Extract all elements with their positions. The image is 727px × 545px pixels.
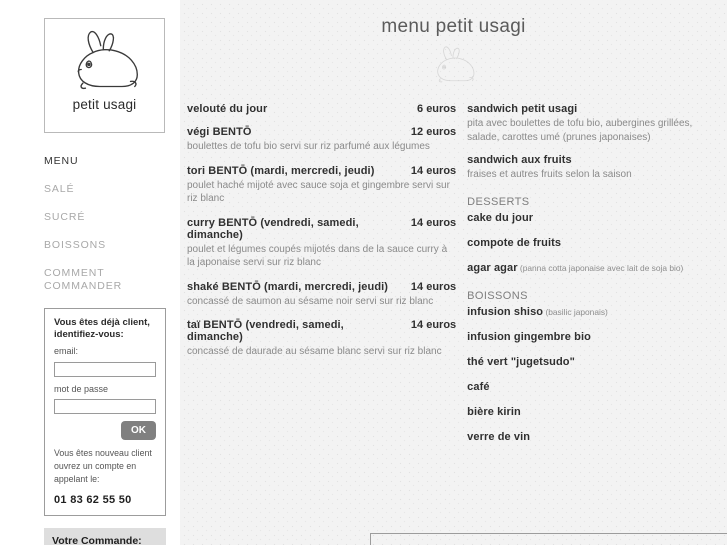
menu-item-name: velouté du jour: [187, 103, 268, 115]
page-title: menu petit usagi: [381, 16, 526, 37]
password-label: mot de passe: [54, 383, 109, 394]
menu-item-row: végi BENTŌ 12 euros: [187, 126, 456, 138]
section-heading-boissons: BOISSONS: [467, 289, 528, 302]
menu-item-name: verre de vin: [467, 430, 531, 443]
menu-item-name: café: [467, 380, 490, 393]
sidebar-item-menu[interactable]: MENU: [44, 155, 166, 168]
menu-item-description: poulet haché mijoté avec sauce soja et g…: [187, 179, 450, 205]
sidebar-item-sale[interactable]: SALÉ: [44, 183, 166, 196]
menu-item-name: compote de fruits: [467, 236, 562, 249]
menu-item-row: infusion shiso (basilic japonais) 2: [467, 305, 727, 320]
login-submit-button[interactable]: OK: [121, 421, 156, 440]
menu-item-row: compote de fruits 4: [467, 236, 727, 251]
menu-item[interactable]: infusion gingembre bio 2: [467, 330, 727, 345]
sidebar: petit usagi MENU SALÉ SUCRÉ BOISSONS COM…: [0, 0, 180, 545]
menu-item[interactable]: shaké BENTŌ (mardi, mercredi, jeudi) 14 …: [187, 281, 456, 309]
menu-column-right: sandwich petit usagi 7 pita avec boulett…: [456, 103, 727, 455]
menu-item-row: bière kirin 4: [467, 405, 727, 420]
menu-item-description: concassé de daurade au sésame blanc serv…: [187, 346, 442, 357]
menu-item-price: 6 euros: [417, 103, 457, 115]
sidebar-nav: MENU SALÉ SUCRÉ BOISSONS COMMENT COMMAND…: [44, 155, 166, 293]
menu-item-note: (basilic japonais): [543, 306, 608, 317]
menu-item-row: shaké BENTŌ (mardi, mercredi, jeudi) 14 …: [187, 281, 456, 293]
menu-item[interactable]: cake du jour 3: [467, 211, 727, 226]
menu-item-description: fraises et autres fruits selon la saison: [467, 169, 632, 180]
menu-item[interactable]: sandwich petit usagi 7 pita avec boulett…: [467, 103, 727, 144]
menu-item-row: thé vert "jugetsudo" 2: [467, 355, 727, 370]
menu-item-row: verre de vin 5: [467, 430, 727, 445]
menu-item-name: taï BENTŌ (vendredi, samedi, dimanche): [187, 319, 344, 343]
menu-item-description: pita avec boulettes de tofu bio, aubergi…: [467, 118, 693, 143]
menu-item-row: café 2: [467, 380, 727, 395]
menu-item[interactable]: infusion shiso (basilic japonais) 2: [467, 305, 727, 320]
email-field[interactable]: [54, 361, 156, 377]
cart-title: Votre Commande:: [52, 535, 142, 545]
menu-item-note: (panna cotta japonaise avec lait de soja…: [517, 262, 684, 273]
menu-item-name: infusion gingembre bio: [467, 330, 591, 343]
menu-item-name: shaké BENTŌ (mardi, mercredi, jeudi): [187, 280, 389, 293]
menu-item-name: sandwich aux fruits: [467, 154, 572, 166]
section-heading-desserts: DESSERTS: [467, 195, 530, 208]
menu-item-description: poulet et légumes coupés mijotés dans de…: [187, 243, 448, 269]
page-root: petit usagi MENU SALÉ SUCRÉ BOISSONS COM…: [0, 0, 727, 545]
menu-item-name: bière kirin: [467, 405, 521, 418]
menu-item-name: agar agar (panna cotta japonaise avec la…: [467, 261, 684, 274]
menu-item[interactable]: taï BENTŌ (vendredi, samedi, dimanche) 1…: [187, 319, 456, 359]
menu-item-row: infusion gingembre bio 2: [467, 330, 727, 345]
menu-item[interactable]: végi BENTŌ 12 euros boulettes de tofu bi…: [187, 126, 456, 154]
menu-item-row: curry BENTŌ (vendredi, samedi, dimanche)…: [187, 217, 456, 241]
menu-item-price: 14 euros: [410, 280, 457, 293]
menu-item[interactable]: curry BENTŌ (vendredi, samedi, dimanche)…: [187, 217, 456, 270]
menu-item-name: curry BENTŌ (vendredi, samedi, dimanche): [187, 216, 359, 241]
menu-item-name: infusion shiso (basilic japonais): [467, 305, 608, 318]
menu-item-description: boulettes de tofu bio servi sur riz parf…: [187, 141, 430, 152]
menu-item-row: agar agar (panna cotta japonaise avec la…: [467, 261, 727, 276]
menu-columns: velouté du jour 6 euros végi BENTŌ 12 eu…: [180, 91, 727, 455]
menu-item-price: 14 euros: [410, 319, 457, 331]
menu-item-name: thé vert "jugetsudo": [467, 355, 575, 368]
menu-item-row: taï BENTŌ (vendredi, samedi, dimanche) 1…: [187, 319, 456, 343]
rabbit-icon: [436, 46, 474, 83]
logo-text: petit usagi: [72, 97, 137, 112]
menu-item-price: 12 euros: [410, 126, 457, 138]
menu-item-price: 14 euros: [410, 164, 457, 177]
login-box: Vous êtes déjà client, identifiez-vous: …: [44, 308, 166, 516]
menu-item[interactable]: tori BENTŌ (mardi, mercredi, jeudi) 14 e…: [187, 165, 456, 206]
menu-item-name: végi BENTŌ: [187, 126, 252, 138]
logo[interactable]: petit usagi: [44, 18, 165, 133]
menu-item[interactable]: thé vert "jugetsudo" 2: [467, 355, 727, 370]
cart-box[interactable]: Votre Commande: aucun produit sélectioné: [44, 528, 166, 545]
menu-header: menu petit usagi: [180, 0, 727, 91]
sidebar-item-sucre[interactable]: SUCRÉ: [44, 211, 166, 224]
menu-item[interactable]: sandwich aux fruits 7 fraises et autres …: [467, 154, 727, 182]
menu-item-name: tori BENTŌ (mardi, mercredi, jeudi): [187, 164, 375, 177]
menu-item-name: cake du jour: [467, 211, 534, 224]
menu-item-description: concassé de saumon au sésame noir servi …: [187, 295, 434, 307]
login-actions: OK: [54, 421, 156, 440]
menu-item[interactable]: verre de vin 5: [467, 430, 727, 445]
menu-item-row: sandwich aux fruits 7: [467, 154, 727, 166]
menu-item-row: cake du jour 3: [467, 211, 727, 226]
phone-number: 01 83 62 55 50: [54, 494, 132, 506]
menu-item[interactable]: velouté du jour 6 euros: [187, 103, 456, 115]
new-client-text: Vous êtes nouveau client ouvrez un compt…: [54, 448, 152, 484]
login-title: Vous êtes déjà client, identifiez-vous:: [54, 317, 150, 340]
menu-item[interactable]: café 2: [467, 380, 727, 395]
bottom-panel: [370, 533, 727, 545]
menu-item-row: sandwich petit usagi 7: [467, 103, 727, 115]
menu-item-row: velouté du jour 6 euros: [187, 103, 456, 115]
menu-item-name: sandwich petit usagi: [467, 103, 578, 115]
email-label: email:: [54, 346, 79, 356]
main-content: menu petit usagi velouté du jour 6 euros…: [180, 0, 727, 545]
rabbit-icon: [77, 30, 138, 90]
menu-item[interactable]: agar agar (panna cotta japonaise avec la…: [467, 261, 727, 276]
menu-item-row: tori BENTŌ (mardi, mercredi, jeudi) 14 e…: [187, 165, 456, 177]
menu-item-price: 14 euros: [410, 216, 457, 229]
password-field[interactable]: [54, 399, 156, 414]
sidebar-item-boissons[interactable]: BOISSONS: [44, 239, 166, 252]
menu-column-left: velouté du jour 6 euros végi BENTŌ 12 eu…: [180, 103, 456, 455]
menu-item[interactable]: compote de fruits 4: [467, 236, 727, 251]
menu-item[interactable]: bière kirin 4: [467, 405, 727, 420]
sidebar-item-comment-commander[interactable]: COMMENT COMMANDER: [44, 267, 166, 293]
